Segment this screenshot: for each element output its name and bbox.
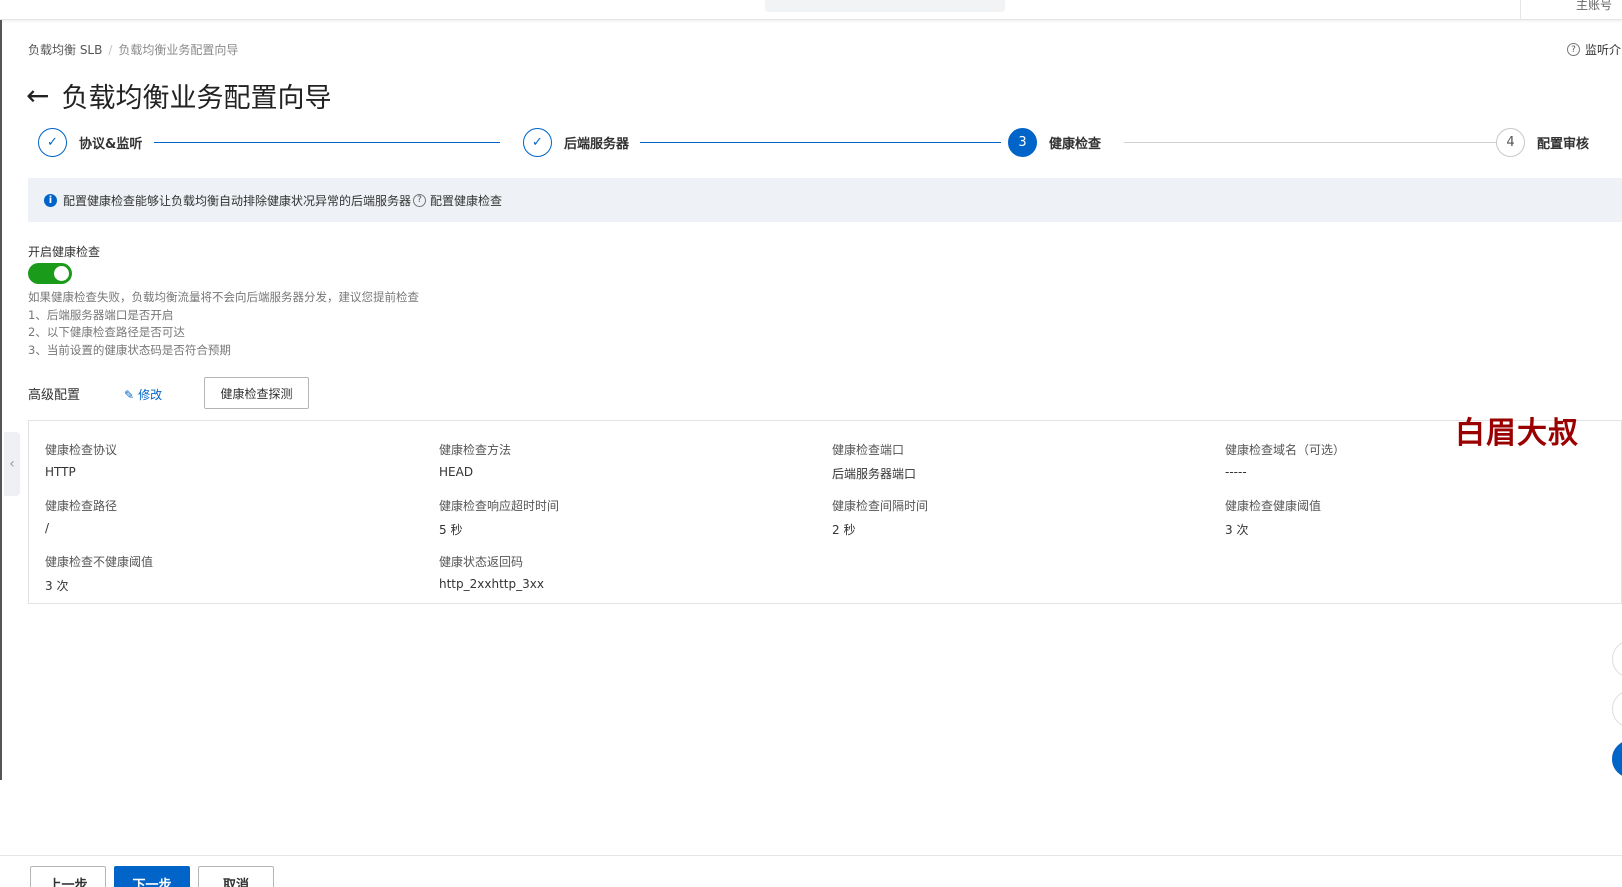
config-value: 3 次 xyxy=(1225,523,1249,537)
config-key: 健康检查端口 xyxy=(832,443,905,457)
page-title: 负载均衡业务配置向导 xyxy=(61,83,332,114)
footer-action-bar: 上一步 下一步 取消 xyxy=(0,855,1622,887)
breadcrumb: 负载均衡 SLB / 负载均衡业务配置向导 xyxy=(28,41,238,58)
hint-line: 3、当前设置的健康状态码是否符合预期 xyxy=(28,342,231,357)
check-icon: ✓ xyxy=(523,128,552,157)
step-label: 健康检查 xyxy=(1049,137,1102,152)
info-banner: i 配置健康检查能够让负载均衡自动排除健康状况异常的后端服务器 ? 配置健康检查… xyxy=(28,178,1622,222)
advanced-config-title: 高级配置 xyxy=(28,388,81,403)
config-value: 5 秒 xyxy=(439,523,463,537)
health-check-hints: 如果健康检查失败，负载均衡流量将不会向后端服务器分发，建议您提前检查 1、后端服… xyxy=(28,289,419,359)
step-label: 配置审核 xyxy=(1537,137,1590,152)
step-connector-1 xyxy=(154,142,500,143)
config-key: 健康检查域名（可选） xyxy=(1225,443,1346,457)
top-search-box[interactable] xyxy=(765,0,1005,12)
config-item: 健康检查健康阈值 3 次 xyxy=(1225,497,1321,538)
hint-line: 2、以下健康检查路径是否可达 xyxy=(28,325,185,339)
health-check-toggle[interactable] xyxy=(28,263,72,284)
breadcrumb-root[interactable]: 负载均衡 SLB xyxy=(28,41,102,58)
chevron-left-icon: ‹ xyxy=(9,456,15,472)
config-value: ----- xyxy=(1225,465,1247,479)
float-widget[interactable] xyxy=(1612,690,1622,728)
breadcrumb-current: 负载均衡业务配置向导 xyxy=(118,43,239,57)
help-link-label: 监听介 xyxy=(1585,43,1622,57)
config-item: 健康检查不健康阈值 3 次 xyxy=(45,553,153,594)
health-check-probe-button[interactable]: 健康检查探测 xyxy=(204,377,309,409)
config-key: 健康检查间隔时间 xyxy=(832,499,929,513)
step-backend-servers: ✓ 后端服务器 xyxy=(523,128,629,157)
config-item: 健康检查路径 / xyxy=(45,497,117,535)
config-value: http_2xxhttp_3xx xyxy=(439,577,544,591)
hint-line: 如果健康检查失败，负载均衡流量将不会向后端服务器分发，建议您提前检查 xyxy=(28,290,419,304)
banner-text: 配置健康检查能够让负载均衡自动排除健康状况异常的后端服务器 xyxy=(63,193,412,208)
config-value: HEAD xyxy=(439,465,474,479)
config-value: 后端服务器端口 xyxy=(832,467,917,481)
watermark: 白眉大叔 xyxy=(1455,416,1579,451)
step-protocol-listener: ✓ 协议&监听 xyxy=(38,128,142,157)
pencil-icon: ✎ xyxy=(124,387,135,402)
config-item: 健康检查间隔时间 2 秒 xyxy=(832,497,928,538)
float-widget[interactable] xyxy=(1612,640,1622,678)
config-key: 健康检查路径 xyxy=(45,499,118,513)
toggle-knob xyxy=(54,266,69,281)
breadcrumb-separator: / xyxy=(108,42,113,57)
config-item: 健康检查方法 HEAD xyxy=(439,441,511,479)
config-value: / xyxy=(45,521,50,535)
float-widget-primary[interactable] xyxy=(1612,740,1622,778)
config-key: 健康检查健康阈值 xyxy=(1225,499,1322,513)
config-item: 健康检查响应超时时间 5 秒 xyxy=(439,497,559,538)
health-check-toggle-label: 开启健康检查 xyxy=(28,245,101,259)
question-icon: ? xyxy=(1567,43,1580,56)
left-edge-border xyxy=(0,20,2,780)
account-name[interactable]: 主账号 xyxy=(1520,0,1612,20)
config-value: 3 次 xyxy=(45,579,69,593)
step-label: 后端服务器 xyxy=(564,137,630,152)
next-step-button[interactable]: 下一步 xyxy=(114,866,190,887)
step-number: 3 xyxy=(1008,128,1037,157)
edit-button[interactable]: ✎ 修改 xyxy=(124,386,162,403)
config-key: 健康检查响应超时时间 xyxy=(439,499,560,513)
config-key: 健康检查不健康阈值 xyxy=(45,555,154,569)
step-connector-2 xyxy=(640,142,1001,143)
step-number: 4 xyxy=(1496,128,1525,157)
page-header: ← 负载均衡业务配置向导 xyxy=(26,76,331,115)
cancel-button[interactable]: 取消 xyxy=(198,866,274,887)
step-health-check: 3 健康检查 xyxy=(1008,128,1101,157)
sidebar-collapse-handle[interactable]: ‹ xyxy=(4,432,20,496)
config-key: 健康状态返回码 xyxy=(439,555,524,569)
advanced-config-panel: 健康检查协议 HTTP 健康检查方法 HEAD 健康检查端口 后端服务器端口 健… xyxy=(28,420,1622,604)
edit-label: 修改 xyxy=(138,388,163,402)
info-icon: i xyxy=(44,193,57,207)
config-key: 健康检查方法 xyxy=(439,443,512,457)
config-item: 健康检查端口 后端服务器端口 xyxy=(832,441,916,482)
config-value: HTTP xyxy=(45,465,76,479)
config-item: 健康检查协议 HTTP xyxy=(45,441,117,479)
back-arrow-icon[interactable]: ← xyxy=(26,81,49,110)
config-item: 健康检查域名（可选） ----- xyxy=(1225,441,1345,479)
step-connector-3 xyxy=(1124,142,1512,143)
config-item: 健康状态返回码 http_2xxhttp_3xx xyxy=(439,553,544,591)
check-icon: ✓ xyxy=(38,128,67,157)
banner-link[interactable]: 配置健康检查 xyxy=(430,192,502,209)
step-config-review: 4 配置审核 xyxy=(1496,128,1589,157)
step-label: 协议&监听 xyxy=(79,137,143,152)
question-icon: ? xyxy=(413,193,427,207)
config-key: 健康检查协议 xyxy=(45,443,118,457)
prev-step-button[interactable]: 上一步 xyxy=(30,866,106,887)
config-value: 2 秒 xyxy=(832,523,856,537)
hint-line: 1、后端服务器端口是否开启 xyxy=(28,307,174,322)
top-navbar: 主账号 xyxy=(0,0,1622,20)
wizard-steps: ✓ 协议&监听 ✓ 后端服务器 3 健康检查 4 配置审核 xyxy=(38,128,1618,158)
help-link[interactable]: ? 监听介 xyxy=(1567,41,1621,58)
